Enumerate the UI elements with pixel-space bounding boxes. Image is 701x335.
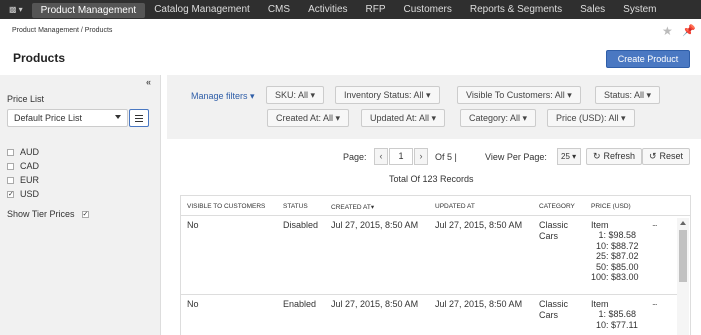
currency-cad[interactable]: CAD	[7, 161, 39, 171]
total-records: Total Of 123 Records	[389, 174, 474, 184]
cell-category-line1: Classic	[539, 220, 569, 230]
tier-checkbox[interactable]: ✓	[81, 210, 89, 218]
filter-price[interactable]: Price (USD): All ▾	[547, 109, 635, 127]
grid-scrollbar[interactable]	[677, 218, 689, 335]
refresh-button[interactable]: ↻ Refresh	[586, 148, 643, 165]
reset-button[interactable]: ↺ Reset	[642, 148, 691, 165]
col-status[interactable]: Status	[283, 203, 308, 210]
cell-category-line1: Classic	[539, 299, 569, 309]
currency-label: AUD	[20, 147, 40, 157]
pin-icon[interactable]: 📌	[682, 24, 696, 37]
prev-page-button[interactable]: ‹	[374, 148, 388, 165]
currency-label: EUR	[20, 175, 40, 185]
manage-filters-link[interactable]: Manage filters ▾	[191, 91, 255, 102]
scroll-thumb[interactable]	[679, 230, 687, 282]
products-grid: Visible to Customers Status Created At▾ …	[180, 195, 691, 335]
col-created-at[interactable]: Created At▾	[331, 203, 374, 211]
breadcrumb: Product Management / Products	[12, 27, 113, 34]
price-list-menu-button[interactable]	[129, 109, 149, 127]
col-updated-at[interactable]: Updated At	[435, 203, 475, 210]
scroll-up-icon[interactable]	[680, 221, 686, 225]
table-row[interactable]: No Enabled Jul 27, 2015, 8:50 AM Jul 27,…	[181, 296, 677, 335]
cell-status: Enabled	[283, 299, 317, 309]
checkbox[interactable]	[7, 162, 14, 170]
cell-created: Jul 27, 2015, 8:50 AM	[331, 220, 419, 230]
cell-category-line2: Cars	[539, 310, 559, 320]
checkbox[interactable]	[7, 148, 14, 156]
refresh-icon: ↻	[593, 151, 601, 161]
nav-system[interactable]: System	[614, 0, 665, 19]
currency-aud[interactable]: AUD	[7, 147, 39, 157]
nav-product-management[interactable]: Product Management	[31, 3, 146, 18]
caret-down-icon: ▾	[250, 91, 255, 101]
currency-usd[interactable]: ✓ USD	[7, 189, 39, 199]
filter-bar: Manage filters ▾ SKU: All ▾ Inventory St…	[167, 75, 701, 139]
nav-reports-segments[interactable]: Reports & Segments	[461, 0, 571, 19]
row-actions-icon[interactable]: ...	[652, 218, 657, 228]
col-visible[interactable]: Visible to Customers	[187, 203, 265, 210]
page-count: Of 5 |	[435, 152, 457, 162]
cell-price: Item 1: $98.58 10: $88.72 25: $87.02 50:…	[591, 220, 639, 283]
nav-catalog-management[interactable]: Catalog Management	[145, 0, 259, 19]
nav-activities[interactable]: Activities	[299, 0, 356, 19]
filter-category[interactable]: Category: All ▾	[460, 109, 537, 127]
nav-cms[interactable]: CMS	[259, 0, 299, 19]
price-list-sidebar: « Price List Default Price List AUD CAD …	[0, 75, 161, 335]
hamburger-icon	[135, 114, 143, 116]
grid-header: Visible to Customers Status Created At▾ …	[181, 196, 690, 216]
price-list-label: Price List	[7, 94, 45, 104]
row-actions-icon[interactable]: ...	[652, 297, 657, 307]
currency-eur[interactable]: EUR	[7, 175, 39, 185]
cell-visible: No	[187, 299, 199, 309]
price-list-value: Default Price List	[14, 113, 83, 123]
filter-sku[interactable]: SKU: All ▾	[266, 86, 325, 104]
nav-customers[interactable]: Customers	[395, 0, 461, 19]
next-page-button[interactable]: ›	[414, 148, 428, 165]
sort-desc-icon: ▾	[370, 204, 375, 211]
cell-updated: Jul 27, 2015, 8:50 AM	[435, 299, 523, 309]
filter-visible-to-customers[interactable]: Visible To Customers: All ▾	[457, 86, 581, 104]
nav-rfp[interactable]: RFP	[357, 0, 395, 19]
filter-status[interactable]: Status: All ▾	[595, 86, 661, 104]
cell-created: Jul 27, 2015, 8:50 AM	[331, 299, 419, 309]
show-tier-prices[interactable]: Show Tier Prices ✓	[7, 209, 89, 219]
per-page-select[interactable]: 25 ▾	[557, 148, 581, 165]
cell-status: Disabled	[283, 220, 319, 230]
checkbox-checked[interactable]: ✓	[7, 190, 14, 198]
filter-updated-at[interactable]: Updated At: All ▾	[361, 109, 446, 127]
create-product-button[interactable]: Create Product	[606, 50, 690, 68]
chevron-down-icon: ▾	[18, 5, 23, 14]
col-category[interactable]: Category	[539, 203, 575, 210]
per-page-label: View Per Page:	[485, 152, 547, 162]
cell-updated: Jul 27, 2015, 8:50 AM	[435, 220, 523, 230]
price-list-select[interactable]: Default Price List	[7, 109, 128, 127]
filter-created-at[interactable]: Created At: All ▾	[267, 109, 350, 127]
tier-label: Show Tier Prices	[7, 209, 75, 219]
collapse-sidebar-icon[interactable]: «	[146, 77, 151, 87]
page-input[interactable]: 1	[389, 148, 413, 165]
cell-price: Item 1: $85.68 10: $77.11	[591, 299, 638, 330]
chart-icon: ▩	[9, 5, 17, 14]
favorite-star-icon[interactable]: ★	[662, 24, 673, 38]
checkbox[interactable]	[7, 176, 14, 184]
page-label: Page:	[343, 152, 367, 162]
dashboard-menu-button[interactable]: ▩ ▾	[0, 0, 32, 19]
page-title: Products	[13, 51, 66, 65]
currency-label: CAD	[20, 161, 40, 171]
currency-label: USD	[20, 189, 40, 199]
nav-sales[interactable]: Sales	[571, 0, 614, 19]
table-row[interactable]: No Disabled Jul 27, 2015, 8:50 AM Jul 27…	[181, 217, 677, 295]
filter-inventory-status[interactable]: Inventory Status: All ▾	[335, 86, 440, 104]
col-price[interactable]: Price (USD)	[591, 203, 631, 210]
cell-visible: No	[187, 220, 199, 230]
top-navigation: ▩ ▾ Product Management Catalog Managemen…	[0, 0, 701, 19]
caret-down-icon	[115, 115, 121, 119]
cell-category-line2: Cars	[539, 231, 559, 241]
reset-icon: ↺	[649, 151, 657, 161]
